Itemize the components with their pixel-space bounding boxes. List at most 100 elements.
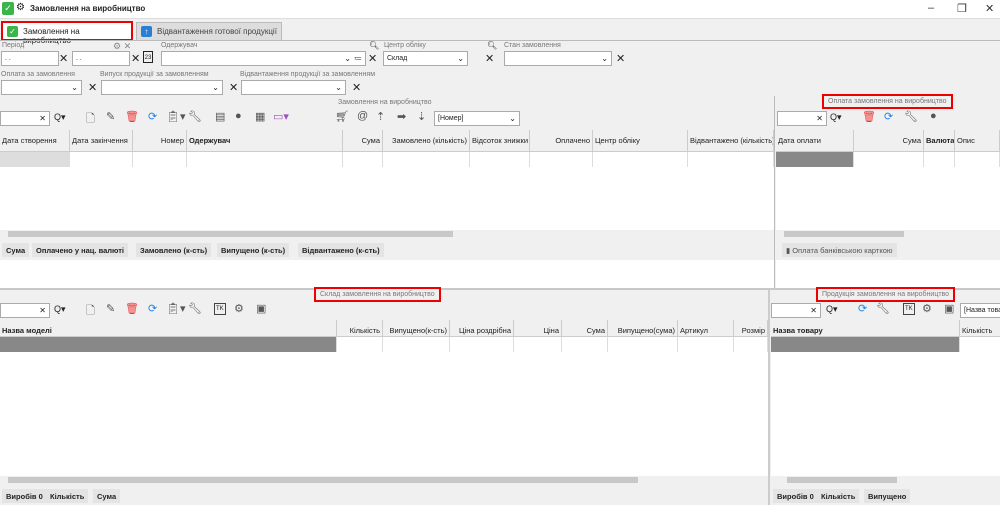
counter-icon[interactable]: ▤ bbox=[215, 110, 225, 123]
table-cell[interactable] bbox=[688, 152, 774, 167]
recipient-select[interactable]: ⌄ ≔ bbox=[161, 51, 366, 66]
footer-total-button[interactable]: Кількість bbox=[46, 489, 89, 503]
search-icon[interactable]: 🔍︎ bbox=[487, 41, 497, 50]
order-state-select[interactable]: ⌄ bbox=[504, 51, 612, 66]
table-cell[interactable] bbox=[470, 152, 530, 167]
table-cell[interactable] bbox=[678, 337, 734, 352]
report-icon[interactable]: ▦ bbox=[255, 110, 265, 123]
column-header[interactable]: Ціна роздрібна bbox=[450, 320, 514, 336]
column-header[interactable]: Випущено(сума) bbox=[608, 320, 678, 336]
search-options-icon[interactable]: Q▾ bbox=[54, 304, 66, 315]
tab-production-orders[interactable]: ✓ Замовлення на виробництво bbox=[1, 21, 133, 45]
table-cell[interactable] bbox=[450, 337, 514, 352]
wrench-icon[interactable]: 🔧︎ bbox=[188, 110, 202, 123]
column-header[interactable]: Сума bbox=[562, 320, 608, 336]
table-cell[interactable] bbox=[0, 152, 70, 167]
column-header[interactable]: Сума bbox=[854, 130, 924, 151]
footer-total-button[interactable]: Виробів 0 bbox=[773, 489, 818, 503]
card-payment-button[interactable]: ▮ Оплата банківською карткою bbox=[782, 243, 897, 257]
clipboard-icon[interactable]: 📋︎▾ bbox=[166, 302, 186, 315]
column-header[interactable]: Валюта bbox=[924, 130, 955, 151]
column-header[interactable]: Дата оплати bbox=[776, 130, 854, 151]
table-row[interactable] bbox=[0, 337, 768, 352]
footer-total-button[interactable]: Сума bbox=[93, 489, 121, 503]
delete-icon[interactable]: 🗑 bbox=[862, 110, 876, 123]
table-cell[interactable] bbox=[187, 152, 343, 167]
column-header[interactable]: Назва моделі bbox=[0, 320, 337, 336]
column-header[interactable]: Одержувач bbox=[187, 130, 343, 151]
search-options-icon[interactable]: Q▾ bbox=[826, 304, 838, 315]
clear-icon[interactable]: ✕ bbox=[616, 52, 625, 65]
add-document-icon[interactable]: 🗋 bbox=[86, 110, 95, 129]
column-header[interactable]: Центр обліку bbox=[593, 130, 688, 151]
payments-scrollbar[interactable] bbox=[776, 230, 1000, 238]
table-cell[interactable] bbox=[924, 152, 955, 167]
footer-total-button[interactable]: Оплачено у нац. валюті bbox=[32, 243, 128, 257]
footer-total-button[interactable]: Сума bbox=[2, 243, 30, 257]
footer-total-button[interactable]: Випущено (к-сть) bbox=[217, 243, 290, 257]
table-cell[interactable] bbox=[562, 337, 608, 352]
gear-icon[interactable]: ⚙ bbox=[16, 2, 25, 13]
table-cell[interactable] bbox=[608, 337, 678, 352]
column-header[interactable]: Назва товару bbox=[771, 320, 960, 336]
document-icon[interactable]: ▣ bbox=[256, 302, 266, 315]
clear-icon[interactable]: ✕ bbox=[59, 52, 68, 65]
clear-icon[interactable]: ✕ bbox=[229, 81, 238, 94]
wrench-icon[interactable]: 🔧︎ bbox=[876, 302, 890, 315]
search-options-icon[interactable]: Q▾ bbox=[830, 112, 842, 123]
email-icon[interactable]: @ bbox=[357, 110, 368, 122]
clear-icon[interactable]: ✕ bbox=[131, 52, 140, 65]
search-icon[interactable]: 🔍︎ bbox=[369, 41, 379, 50]
column-header[interactable]: Замовлено (кількість) bbox=[383, 130, 470, 151]
close-button[interactable]: ✕ bbox=[985, 2, 994, 15]
delete-icon[interactable]: 🗑 bbox=[125, 302, 139, 315]
clear-icon[interactable]: ✕ bbox=[485, 52, 494, 65]
table-cell[interactable] bbox=[960, 337, 1000, 352]
date-from-input[interactable]: . . bbox=[1, 51, 59, 66]
footer-total-button[interactable]: Випущено bbox=[864, 489, 911, 503]
table-cell[interactable] bbox=[734, 337, 768, 352]
delete-icon[interactable]: 🗑 bbox=[125, 110, 139, 123]
refresh-icon[interactable]: ⟳ bbox=[148, 302, 157, 315]
table-cell[interactable] bbox=[70, 152, 133, 167]
column-header[interactable]: Випущено(к-сть) bbox=[383, 320, 450, 336]
cart-icon[interactable]: 🛒︎ bbox=[335, 110, 349, 123]
column-header[interactable]: Сума bbox=[343, 130, 383, 151]
vertical-splitter[interactable] bbox=[768, 290, 770, 505]
arrow-right-icon[interactable]: ➡ bbox=[397, 110, 406, 123]
column-header[interactable]: Ціна bbox=[514, 320, 562, 336]
column-header[interactable]: Кількість bbox=[337, 320, 383, 336]
column-header[interactable]: Дата закінчення bbox=[70, 130, 133, 151]
products-scrollbar[interactable] bbox=[771, 476, 1000, 484]
table-cell[interactable] bbox=[133, 152, 187, 167]
refresh-icon[interactable]: ⟳ bbox=[858, 302, 867, 315]
clear-icon[interactable]: ✕ bbox=[368, 52, 377, 65]
table-cell[interactable] bbox=[955, 152, 1000, 167]
payments-search-input[interactable]: ✕ bbox=[777, 111, 827, 126]
products-sort-select[interactable]: [Назва товару] bbox=[960, 303, 1000, 318]
column-header[interactable]: Оплачено bbox=[530, 130, 593, 151]
footer-total-button[interactable]: Відвантажено (к-сть) bbox=[298, 243, 384, 257]
wrench-icon[interactable]: 🔧︎ bbox=[188, 302, 202, 315]
refresh-icon[interactable]: ⟳ bbox=[148, 110, 157, 123]
export-icon[interactable]: ⇡ bbox=[376, 110, 385, 123]
table-cell[interactable] bbox=[343, 152, 383, 167]
shipment-select[interactable]: ⌄ bbox=[241, 80, 346, 95]
table-cell[interactable] bbox=[383, 152, 470, 167]
search-options-icon[interactable]: Q▾ bbox=[54, 112, 66, 123]
print-icon[interactable]: ▭▾ bbox=[273, 110, 289, 123]
edit-icon[interactable]: ✎ bbox=[106, 302, 115, 315]
column-header[interactable]: Розмір bbox=[734, 320, 768, 336]
table-cell[interactable] bbox=[530, 152, 593, 167]
table-cell[interactable] bbox=[383, 337, 450, 352]
minimize-button[interactable]: – bbox=[928, 2, 934, 14]
gears-icon[interactable]: ⚙ bbox=[234, 302, 244, 315]
account-center-select[interactable]: Склад ⌄ bbox=[383, 51, 468, 66]
products-search-input[interactable]: ✕ bbox=[771, 303, 821, 318]
table-cell[interactable] bbox=[854, 152, 924, 167]
table-row[interactable] bbox=[776, 152, 1000, 167]
payment-select[interactable]: ⌄ bbox=[1, 80, 82, 95]
orders-search-input[interactable]: ✕ bbox=[0, 111, 50, 126]
tk-icon[interactable]: TK bbox=[903, 303, 915, 315]
wrench-icon[interactable]: 🔧︎ bbox=[904, 110, 918, 123]
